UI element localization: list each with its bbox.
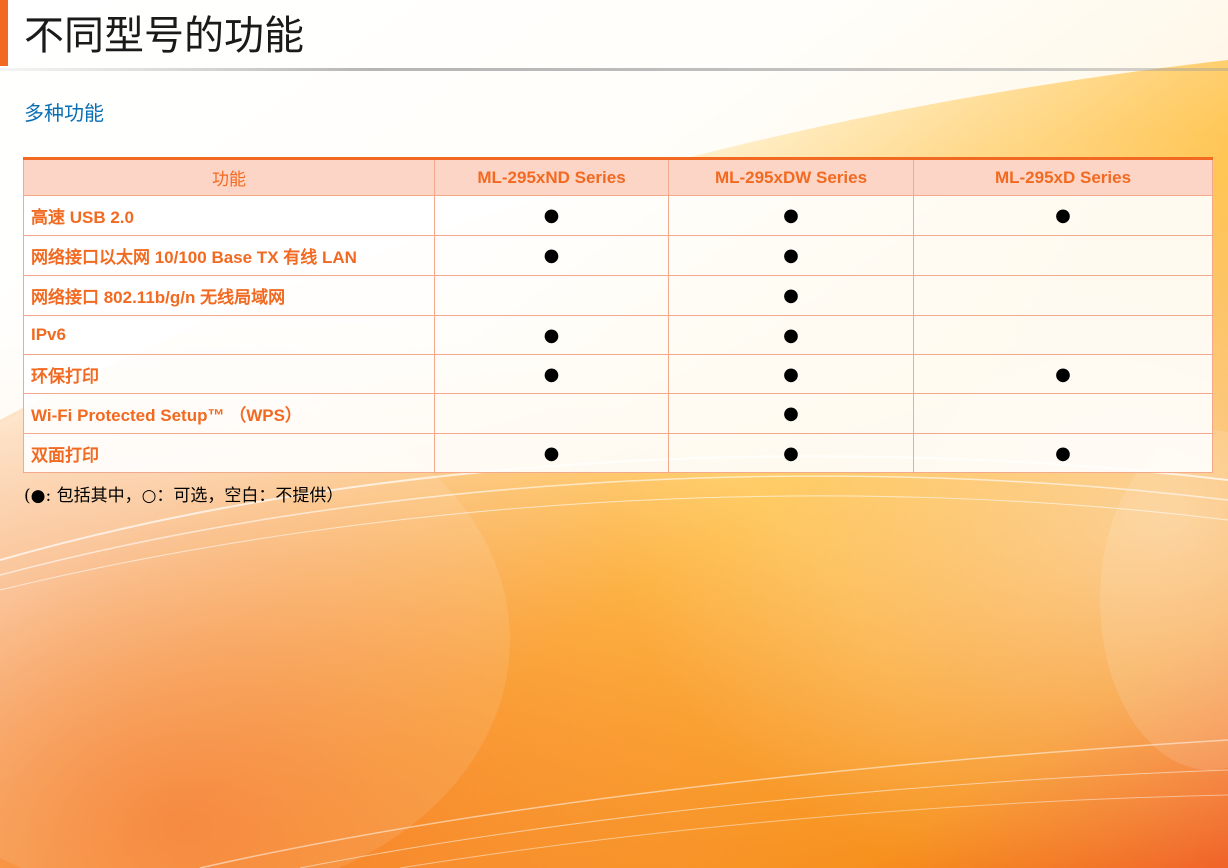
feature-name: 网络接口以太网 10/100 Base TX 有线 LAN: [23, 235, 435, 276]
feature-comparison-table: 功能 ML-295xND Series ML-295xDW Series ML-…: [23, 157, 1213, 473]
support-mark: [913, 393, 1213, 434]
table-row: 环保打印 ● ● ●: [23, 354, 1213, 394]
table-row: 网络接口 802.11b/g/n 无线局域网 ●: [23, 275, 1213, 316]
header-model-dw: ML-295xDW Series: [668, 158, 914, 196]
support-mark: ●: [434, 235, 669, 276]
section-heading: 多种功能: [24, 101, 104, 125]
table-row: IPv6 ● ●: [23, 315, 1213, 355]
support-mark: [913, 315, 1213, 355]
support-mark: ●: [913, 354, 1213, 394]
table-row: Wi-Fi Protected Setup™ （WPS） ●: [23, 393, 1213, 434]
header-model-nd: ML-295xND Series: [434, 158, 669, 196]
header-model-d: ML-295xD Series: [913, 158, 1213, 196]
support-mark: ●: [434, 315, 669, 355]
support-mark: [913, 275, 1213, 316]
support-mark: ●: [668, 235, 914, 276]
support-mark: ●: [668, 315, 914, 355]
feature-name: IPv6: [23, 315, 435, 355]
title-underline-rule: [0, 68, 1228, 71]
support-mark: ●: [668, 195, 914, 236]
feature-name: 双面打印: [23, 433, 435, 473]
title-accent-bar: [0, 0, 8, 66]
feature-name: Wi-Fi Protected Setup™ （WPS）: [23, 393, 435, 434]
support-mark: ●: [913, 195, 1213, 236]
support-mark: [434, 275, 669, 316]
legend-footnote: (●: 包括其中，○：可选，空白：不提供）: [24, 486, 344, 506]
support-mark: ●: [668, 275, 914, 316]
support-mark: [434, 393, 669, 434]
support-mark: ●: [913, 433, 1213, 473]
support-mark: ●: [668, 354, 914, 394]
table-row: 网络接口以太网 10/100 Base TX 有线 LAN ● ●: [23, 235, 1213, 276]
feature-name: 网络接口 802.11b/g/n 无线局域网: [23, 275, 435, 316]
support-mark: ●: [434, 354, 669, 394]
page-title: 不同型号的功能: [24, 13, 304, 59]
table-row: 双面打印 ● ● ●: [23, 433, 1213, 473]
support-mark: [913, 235, 1213, 276]
table-header-row: 功能 ML-295xND Series ML-295xDW Series ML-…: [23, 158, 1213, 196]
table-row: 高速 USB 2.0 ● ● ●: [23, 195, 1213, 236]
support-mark: ●: [668, 433, 914, 473]
support-mark: ●: [434, 195, 669, 236]
feature-name: 环保打印: [23, 354, 435, 394]
support-mark: ●: [434, 433, 669, 473]
header-feature: 功能: [23, 158, 435, 196]
feature-name: 高速 USB 2.0: [23, 195, 435, 236]
support-mark: ●: [668, 393, 914, 434]
